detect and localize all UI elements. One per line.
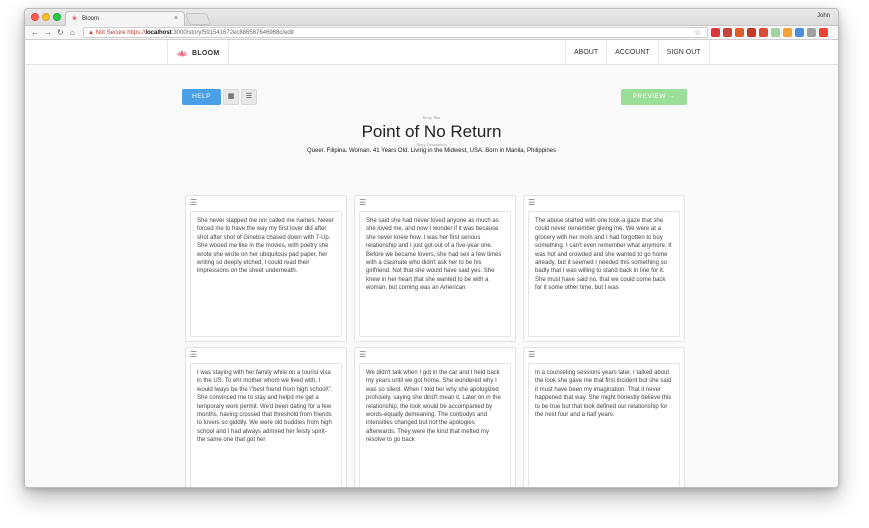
url-path: :3000/story/591541672ec886567646968c/edi… <box>171 30 294 36</box>
nav-links: ABOUT ACCOUNT SIGN OUT <box>565 41 710 65</box>
reload-icon[interactable]: ↻ <box>57 27 64 39</box>
card-text-area[interactable]: I was staying with her family while on a… <box>190 363 342 487</box>
extension-icon[interactable] <box>747 28 756 37</box>
extension-icon[interactable] <box>771 28 780 37</box>
story-card: ☰ She said she had never loved anyone as… <box>354 195 516 342</box>
story-header: Story Title Point of No Return Story Des… <box>25 115 838 154</box>
extension-icon[interactable] <box>711 28 720 37</box>
story-card: ☰ The abuse started with one look-a gaze… <box>523 195 685 342</box>
extension-icon[interactable] <box>795 28 804 37</box>
drag-handle-icon[interactable]: ☰ <box>359 351 366 359</box>
bookmark-star-icon[interactable]: ☆ <box>694 27 701 38</box>
browser-titlebar: ❀ Bloom × John <box>25 9 838 26</box>
drag-handle-icon[interactable]: ☰ <box>359 199 366 207</box>
app-navbar: BLOOM ABOUT ACCOUNT SIGN OUT <box>25 41 838 65</box>
home-icon[interactable]: ⌂ <box>70 27 75 39</box>
extension-icon[interactable] <box>759 28 768 37</box>
extension-icons <box>711 28 828 37</box>
story-card: ☰ In a counseling sessions years later, … <box>523 347 685 487</box>
story-title[interactable]: Point of No Return <box>25 122 838 142</box>
close-window-button[interactable] <box>31 13 39 21</box>
story-cards-grid: ☰ She never slapped me nor called me nam… <box>185 195 685 487</box>
not-secure-warning[interactable]: ▲ Not Secure <box>88 30 126 36</box>
extension-icon[interactable] <box>807 28 816 37</box>
card-text-area[interactable]: We didn't talk when I got in the car and… <box>359 363 511 487</box>
brand-logo[interactable]: BLOOM <box>167 41 229 65</box>
story-description[interactable]: Queer. Filipina. Woman. 41 Years Old. Li… <box>25 148 838 154</box>
story-description-label: Story Description <box>416 142 447 147</box>
card-text-area[interactable]: She never slapped me nor called me names… <box>190 211 342 337</box>
story-card: ☰ I was staying with her family while on… <box>185 347 347 487</box>
minimize-window-button[interactable] <box>42 13 50 21</box>
help-button[interactable]: HELP <box>182 89 221 105</box>
nav-about-link[interactable]: ABOUT <box>565 41 606 65</box>
lotus-favicon-icon: ❀ <box>72 16 78 22</box>
card-text-area[interactable]: In a counseling sessions years later, I … <box>528 363 680 487</box>
story-title-label: Story Title <box>422 115 441 120</box>
grid-view-button[interactable]: ▦ <box>223 89 239 105</box>
address-bar[interactable]: ▲ Not Secure https://localhost:3000/stor… <box>83 27 708 38</box>
tab-title: Bloom <box>82 16 100 22</box>
story-card: ☰ We didn't talk when I got in the car a… <box>354 347 516 487</box>
back-arrow-icon[interactable]: ← <box>31 27 39 39</box>
story-card: ☰ She never slapped me nor called me nam… <box>185 195 347 342</box>
preview-button[interactable]: PREVIEW → <box>621 89 687 105</box>
profile-name[interactable]: John <box>817 13 830 19</box>
extension-icon[interactable] <box>783 28 792 37</box>
drag-handle-icon[interactable]: ☰ <box>528 351 535 359</box>
drag-handle-icon[interactable]: ☰ <box>528 199 535 207</box>
grid-view-icon: ▦ <box>227 93 235 100</box>
nav-account-link[interactable]: ACCOUNT <box>606 41 658 65</box>
card-text-area[interactable]: The abuse started with one look-a gaze t… <box>528 211 680 337</box>
extension-icon[interactable] <box>723 28 732 37</box>
brand-name: BLOOM <box>192 49 220 57</box>
browser-tab[interactable]: ❀ Bloom × <box>65 11 185 26</box>
list-view-button[interactable]: ☰ <box>241 89 257 105</box>
extension-icon[interactable] <box>819 28 828 37</box>
browser-window: ❀ Bloom × John ← → ↻ ⌂ ▲ Not Secure http… <box>24 8 839 488</box>
extension-icon[interactable] <box>735 28 744 37</box>
url-protocol: https:// <box>127 30 146 36</box>
drag-handle-icon[interactable]: ☰ <box>190 199 197 207</box>
lotus-logo-icon <box>176 49 188 56</box>
url-host: localhost <box>145 30 172 36</box>
app-page: BLOOM ABOUT ACCOUNT SIGN OUT HELP ▦ ☰ PR… <box>25 41 838 487</box>
card-text-area[interactable]: She said she had never loved anyone as m… <box>359 211 511 337</box>
nav-sign-out-link[interactable]: SIGN OUT <box>657 41 710 65</box>
list-view-icon: ☰ <box>245 93 253 100</box>
new-tab-button[interactable] <box>184 13 212 25</box>
browser-toolbar: ← → ↻ ⌂ ▲ Not Secure https://localhost:3… <box>25 26 838 40</box>
forward-arrow-icon[interactable]: → <box>44 27 52 39</box>
maximize-window-button[interactable] <box>53 13 61 21</box>
close-tab-icon[interactable]: × <box>174 15 178 22</box>
drag-handle-icon[interactable]: ☰ <box>190 351 197 359</box>
